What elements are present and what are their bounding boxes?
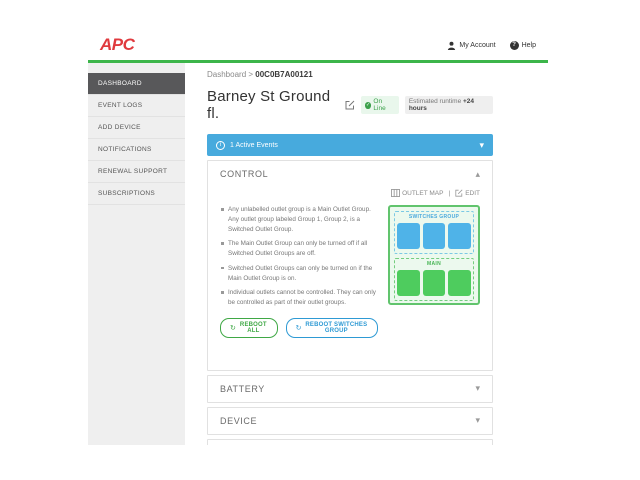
outlet-square — [397, 270, 420, 296]
chevron-down-icon[interactable]: ▾ — [475, 384, 480, 393]
help-button[interactable]: ? Help — [509, 40, 536, 50]
page-title: Barney St Ground fl. — [207, 88, 331, 122]
sidebar-item-event-logs[interactable]: EVENT LOGS — [88, 95, 185, 117]
help-label: Help — [521, 41, 536, 49]
battery-section-header[interactable]: BATTERY ▾ — [208, 376, 492, 402]
check-icon: ✓ — [364, 101, 372, 109]
chevron-down-icon[interactable]: ▾ — [475, 416, 480, 425]
outlet-square — [397, 223, 420, 249]
diagnostics-card: DIAGNOSTICS ▴ UPS SELF TEST ? AUDIBLE AL… — [207, 438, 493, 445]
outlet-group-label: MAIN — [427, 261, 441, 267]
breadcrumb: Dashboard > 00C0B7A00121 — [207, 70, 493, 79]
sidebar-item-renewal-support[interactable]: RENEWAL SUPPORT — [88, 161, 185, 183]
reboot-switches-group-button[interactable]: ↻ REBOOT SWITCHES GROUP — [285, 317, 378, 338]
page-body: DASHBOARD EVENT LOGS ADD DEVICE NOTIFICA… — [88, 63, 548, 445]
apc-logo: APC — [100, 35, 135, 54]
runtime-badge: Estimated runtime +24 hours — [404, 96, 494, 114]
app-header: APC My Account ? Help — [88, 30, 548, 60]
active-events-banner[interactable]: i 1 Active Events ▾ — [207, 134, 493, 156]
reboot-buttons: ↻ REBOOT ALL ↻ REBOOT SWITCHES GROUP — [220, 317, 378, 338]
reboot-switches-label: REBOOT SWITCHES GROUP — [305, 321, 368, 334]
refresh-icon: ↻ — [230, 324, 237, 332]
chevron-up-icon[interactable]: ▴ — [475, 169, 480, 179]
main-content: Dashboard > 00C0B7A00121 Barney St Groun… — [185, 63, 548, 445]
rule-item: Switched Outlet Groups can only be turne… — [220, 264, 378, 284]
my-account-button[interactable]: My Account — [447, 41, 496, 50]
outlet-square — [448, 223, 472, 249]
outlet-map-links: OUTLET MAP | EDIT — [208, 187, 492, 201]
device-title: DEVICE — [220, 415, 258, 426]
sidebar: DASHBOARD EVENT LOGS ADD DEVICE NOTIFICA… — [88, 63, 185, 445]
edit-link-label: EDIT — [465, 189, 480, 197]
map-icon — [391, 189, 401, 197]
title-row: Barney St Ground fl. ✓ On Line Estimated… — [207, 88, 494, 122]
link-separator: | — [448, 189, 451, 197]
control-title: CONTROL — [220, 169, 269, 179]
diagnostics-section-header[interactable]: DIAGNOSTICS ▴ — [208, 440, 492, 445]
outlet-square — [448, 270, 472, 296]
sidebar-item-add-device[interactable]: ADD DEVICE — [88, 117, 185, 139]
breadcrumb-dashboard-link[interactable]: Dashboard — [207, 70, 246, 79]
banner-label: 1 Active Events — [230, 141, 278, 149]
rule-item: Individual outlets cannot be controlled.… — [220, 288, 378, 308]
help-icon: ? — [509, 40, 519, 50]
outlet-row — [397, 223, 472, 249]
control-rules: Any unlabelled outlet group is a Main Ou… — [220, 205, 388, 338]
header-actions: My Account ? Help — [447, 40, 536, 50]
status-badge: ✓ On Line — [360, 96, 399, 114]
refresh-icon: ↻ — [295, 324, 302, 332]
outlet-group-label: SWITCHES GROUP — [408, 214, 460, 220]
app-window: APC My Account ? Help DASHBOARD EVENT LO… — [88, 30, 548, 445]
outlet-square — [422, 223, 446, 249]
outlet-square — [422, 270, 446, 296]
rule-item: Any unlabelled outlet group is a Main Ou… — [220, 205, 378, 234]
user-icon — [447, 41, 456, 50]
chevron-down-icon[interactable]: ▾ — [479, 140, 484, 150]
outlet-map: SWITCHES GROUP MAIN — [388, 205, 480, 305]
sidebar-item-notifications[interactable]: NOTIFICATIONS — [88, 139, 185, 161]
reboot-all-label: REBOOT ALL — [239, 321, 267, 334]
reboot-all-button[interactable]: ↻ REBOOT ALL — [220, 317, 278, 338]
battery-card: BATTERY ▾ — [207, 374, 493, 403]
rules-list: Any unlabelled outlet group is a Main Ou… — [220, 205, 378, 308]
device-section-header[interactable]: DEVICE ▾ — [208, 408, 492, 434]
outlet-map-column: SWITCHES GROUP MAIN — [388, 205, 480, 338]
my-account-label: My Account — [459, 41, 496, 49]
breadcrumb-device-id: 00C0B7A00121 — [255, 70, 313, 79]
outlet-map-link-label: OUTLET MAP — [402, 189, 444, 197]
screen: APC My Account ? Help DASHBOARD EVENT LO… — [0, 0, 640, 480]
edit-link[interactable]: EDIT — [455, 189, 480, 197]
outlet-row — [397, 270, 472, 296]
device-card: DEVICE ▾ — [207, 406, 493, 435]
outlet-group-switches: SWITCHES GROUP — [394, 211, 474, 254]
outlet-group-main: MAIN — [394, 258, 474, 301]
banner-left: i 1 Active Events — [216, 140, 278, 150]
status-label: On Line — [373, 98, 386, 112]
edit-icon — [455, 189, 463, 197]
control-body: Any unlabelled outlet group is a Main Ou… — [208, 201, 492, 338]
breadcrumb-separator: > — [248, 70, 254, 79]
sidebar-item-dashboard[interactable]: DASHBOARD — [88, 73, 185, 95]
outlet-map-link[interactable]: OUTLET MAP — [391, 189, 443, 197]
edit-title-icon[interactable] — [345, 100, 355, 110]
control-bottom-padding — [208, 338, 492, 370]
control-card: CONTROL ▴ OUTLET MAP | EDIT Any unlabell… — [207, 160, 493, 371]
battery-title: BATTERY — [220, 383, 265, 394]
info-icon: i — [216, 140, 225, 150]
runtime-label: Estimated runtime — [408, 98, 462, 105]
rule-item: The Main Outlet Group can only be turned… — [220, 239, 378, 259]
control-section-header[interactable]: CONTROL ▴ — [208, 161, 492, 187]
sidebar-item-subscriptions[interactable]: SUBSCRIPTIONS — [88, 183, 185, 205]
